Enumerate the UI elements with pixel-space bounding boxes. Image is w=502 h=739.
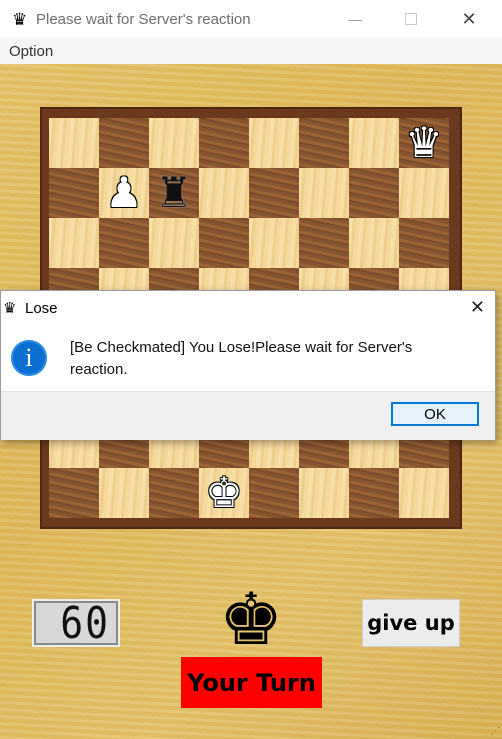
menu-bar: Option: [0, 38, 502, 64]
close-icon: ✕: [461, 8, 477, 29]
board-square-h6[interactable]: [399, 218, 449, 268]
countdown-timer: 60: [32, 597, 120, 649]
window-title: Please wait for Server's reaction: [36, 10, 251, 28]
lose-dialog: ♛ Lose ✕ i [Be Checkmated] You Lose!Plea…: [0, 290, 496, 440]
board-square-c8[interactable]: [149, 118, 199, 168]
board-square-g8[interactable]: [349, 118, 399, 168]
turn-indicator: Your Turn: [181, 657, 322, 708]
white-king-icon[interactable]: ♚: [205, 472, 243, 514]
board-square-g6[interactable]: [349, 218, 399, 268]
board-square-a1[interactable]: [49, 468, 99, 518]
board-square-a6[interactable]: [49, 218, 99, 268]
give-up-button[interactable]: give up: [362, 599, 460, 647]
board-square-d1[interactable]: ♚: [199, 468, 249, 518]
board-square-b1[interactable]: [99, 468, 149, 518]
ok-button[interactable]: OK: [391, 402, 479, 426]
dialog-close-button[interactable]: ✕: [470, 297, 485, 318]
board-square-f8[interactable]: [299, 118, 349, 168]
dialog-message: [Be Checkmated] You Lose!Please wait for…: [70, 339, 413, 378]
timer-value: 60: [60, 597, 110, 649]
queen-icon: ♛: [3, 299, 17, 317]
maximize-button: [388, 0, 434, 38]
resize-grip-icon[interactable]: ⋰: [490, 727, 500, 737]
board-square-h8[interactable]: ♛: [399, 118, 449, 168]
board-square-e8[interactable]: [249, 118, 299, 168]
board-square-d7[interactable]: [199, 168, 249, 218]
board-square-b6[interactable]: [99, 218, 149, 268]
board-square-c7[interactable]: ♜: [149, 168, 199, 218]
board-square-h7[interactable]: [399, 168, 449, 218]
close-button[interactable]: ✕: [446, 0, 492, 38]
board-square-f6[interactable]: [299, 218, 349, 268]
menu-option[interactable]: Option: [9, 43, 53, 60]
minimize-button[interactable]: —: [332, 0, 378, 38]
board-square-b7[interactable]: ♟: [99, 168, 149, 218]
board-square-f1[interactable]: [299, 468, 349, 518]
info-icon: i: [11, 340, 47, 376]
queen-icon: ♛: [12, 9, 28, 29]
maximize-icon: [405, 13, 417, 25]
board-square-e7[interactable]: [249, 168, 299, 218]
board-square-d8[interactable]: [199, 118, 249, 168]
board-square-g1[interactable]: [349, 468, 399, 518]
board-square-e1[interactable]: [249, 468, 299, 518]
black-rook-icon[interactable]: ♜: [155, 172, 193, 214]
board-square-c1[interactable]: [149, 468, 199, 518]
board-square-d6[interactable]: [199, 218, 249, 268]
white-pawn-icon[interactable]: ♟: [105, 172, 143, 214]
dialog-footer: OK: [1, 391, 495, 440]
board-square-f7[interactable]: [299, 168, 349, 218]
board-square-b8[interactable]: [99, 118, 149, 168]
turn-king-icon: ♚: [218, 577, 284, 661]
dialog-titlebar: ♛ Lose ✕: [1, 291, 495, 325]
board-square-h1[interactable]: [399, 468, 449, 518]
board-square-g7[interactable]: [349, 168, 399, 218]
white-queen-icon[interactable]: ♛: [405, 122, 443, 164]
minimize-icon: —: [348, 11, 362, 27]
dialog-title: Lose: [25, 299, 58, 317]
board-square-a7[interactable]: [49, 168, 99, 218]
board-square-c6[interactable]: [149, 218, 199, 268]
board-square-a8[interactable]: [49, 118, 99, 168]
window-titlebar: ♛ Please wait for Server's reaction — ✕: [0, 0, 502, 38]
board-square-e6[interactable]: [249, 218, 299, 268]
